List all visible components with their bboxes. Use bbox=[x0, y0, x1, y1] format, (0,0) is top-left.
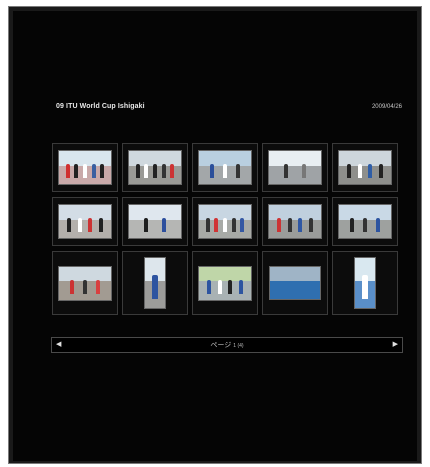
thumbnail-cell[interactable] bbox=[262, 197, 328, 246]
gallery-date: 2009/04/26 bbox=[371, 104, 402, 110]
photo-thumbnail bbox=[58, 150, 112, 185]
thumbnail-cell[interactable] bbox=[262, 251, 328, 315]
photo-thumbnail bbox=[144, 257, 166, 309]
thumbnail-cell[interactable] bbox=[192, 143, 258, 192]
thumbnail-grid bbox=[52, 143, 398, 315]
photo-thumbnail bbox=[128, 204, 182, 239]
photo-thumbnail bbox=[58, 265, 112, 301]
thumbnail-cell[interactable] bbox=[52, 197, 118, 246]
thumbnail-cell[interactable] bbox=[122, 143, 188, 192]
gallery-title: 09 ITU World Cup Ishigaki bbox=[56, 103, 145, 110]
photo-thumbnail bbox=[58, 204, 112, 239]
photo-thumbnail bbox=[269, 266, 321, 300]
thumbnail-cell[interactable] bbox=[192, 251, 258, 315]
photo-thumbnail bbox=[268, 204, 322, 239]
page-count: 1 (4) bbox=[233, 343, 244, 349]
page-label: ページ bbox=[210, 342, 232, 349]
thumbnail-cell[interactable] bbox=[52, 251, 118, 315]
thumbnail-cell[interactable] bbox=[122, 197, 188, 246]
photo-thumbnail bbox=[338, 150, 392, 185]
photo-thumbnail bbox=[198, 204, 252, 239]
thumbnail-cell[interactable] bbox=[332, 251, 398, 315]
thumbnail-cell[interactable] bbox=[192, 197, 258, 246]
thumbnail-cell[interactable] bbox=[332, 197, 398, 246]
photo-thumbnail bbox=[354, 257, 376, 309]
thumbnail-cell[interactable] bbox=[262, 143, 328, 192]
page-indicator: ページ 1 (4) bbox=[52, 341, 402, 351]
photo-thumbnail bbox=[268, 150, 322, 185]
thumbnail-cell[interactable] bbox=[122, 251, 188, 315]
pagination-bar: ◀ ページ 1 (4) ▶ bbox=[51, 337, 403, 353]
photo-thumbnail bbox=[128, 150, 182, 185]
photo-thumbnail bbox=[338, 204, 392, 239]
photo-thumbnail bbox=[198, 265, 252, 301]
next-page-icon[interactable]: ▶ bbox=[393, 341, 398, 349]
thumbnail-cell[interactable] bbox=[52, 143, 118, 192]
photo-thumbnail bbox=[198, 150, 252, 185]
thumbnail-cell[interactable] bbox=[332, 143, 398, 192]
